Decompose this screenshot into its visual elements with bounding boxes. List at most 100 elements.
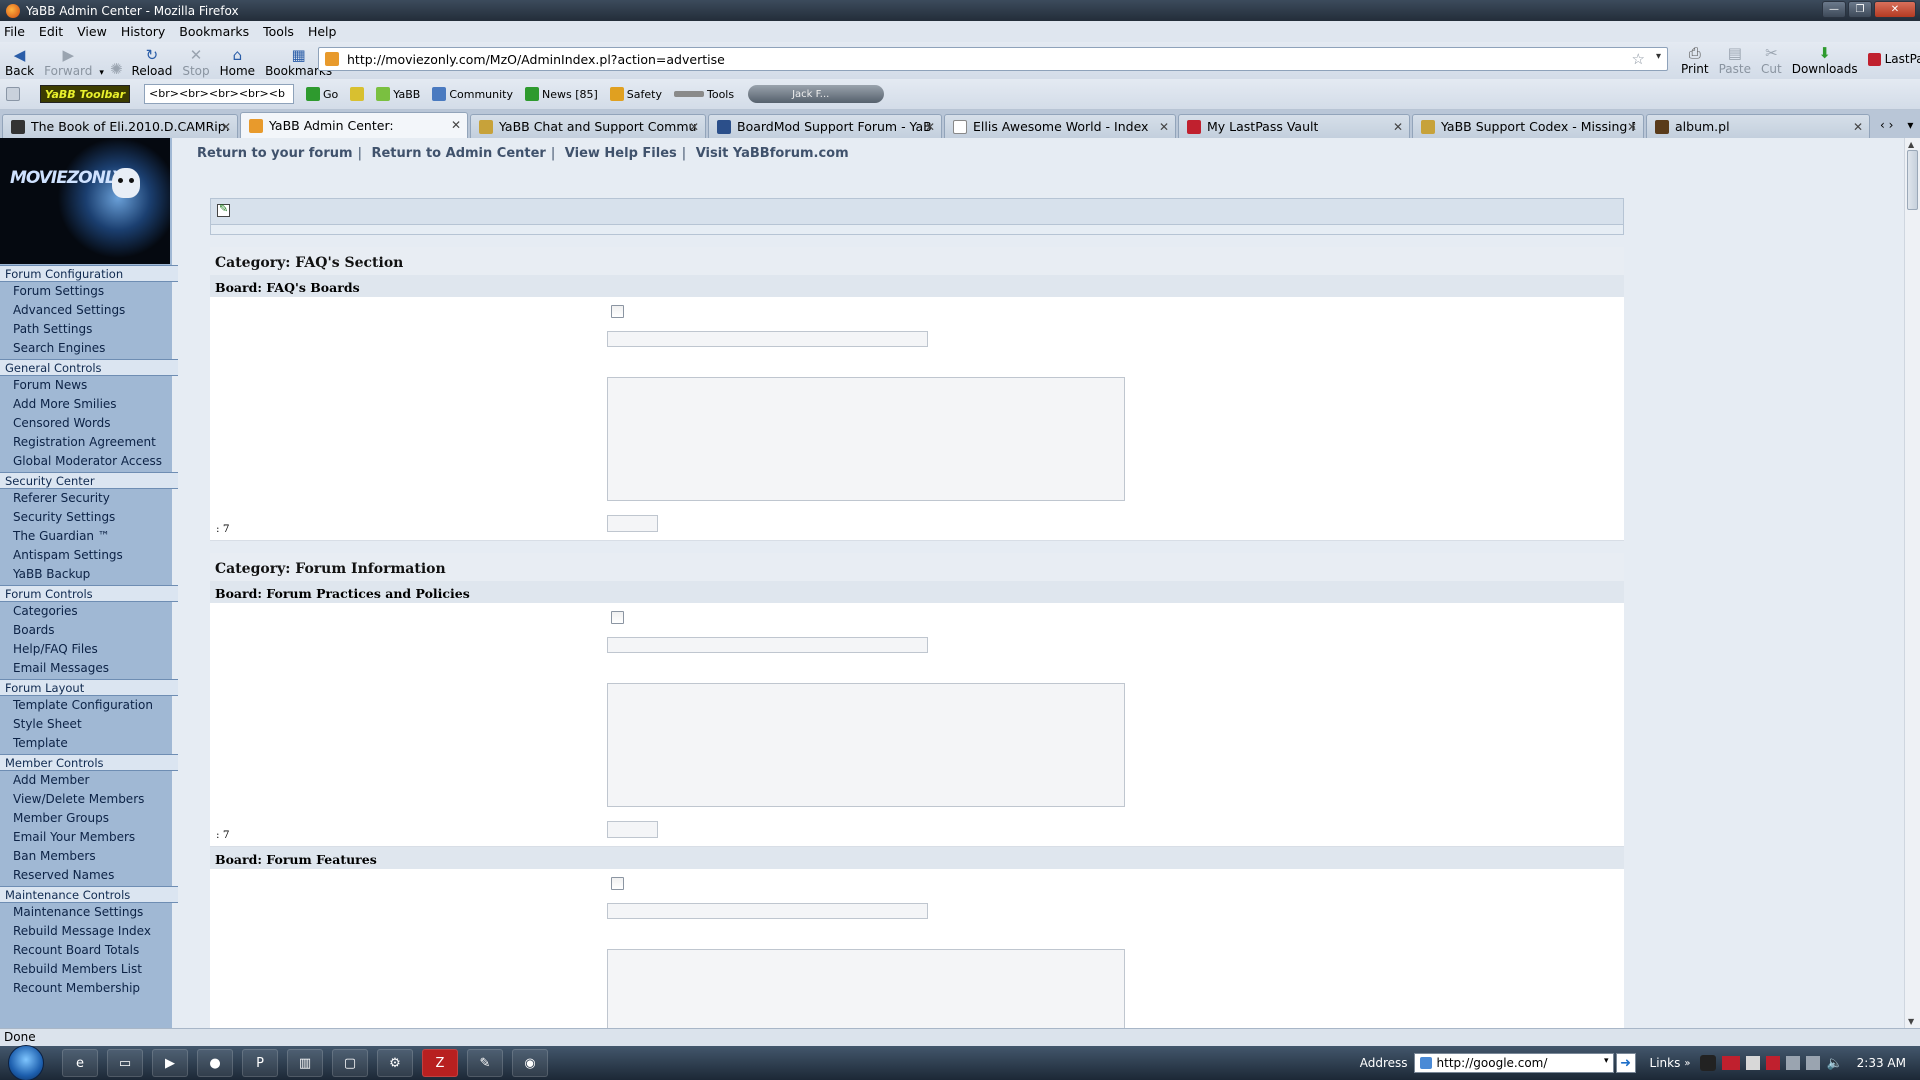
- firefox-taskbar-icon[interactable]: ●: [197, 1049, 233, 1077]
- toolbar-highlight-button[interactable]: [350, 87, 365, 101]
- sidebar-item-path-settings[interactable]: Path Settings: [0, 320, 172, 339]
- toolbar-yabb-button[interactable]: YaBB: [376, 87, 420, 101]
- bookmark-star-icon[interactable]: ☆: [1632, 50, 1645, 68]
- sidebar-item-categories[interactable]: Categories: [0, 602, 172, 621]
- sidebar-item-referer-security[interactable]: Referer Security: [0, 489, 172, 508]
- volume-icon[interactable]: 🔈: [1826, 1056, 1842, 1071]
- tab-scroll-arrows[interactable]: ‹ ›: [1880, 118, 1893, 132]
- toolbar-community-button[interactable]: Community: [432, 87, 513, 101]
- sidebar-item-template[interactable]: Template: [0, 734, 172, 753]
- scroll-down-icon[interactable]: ▼: [1908, 1017, 1914, 1026]
- tab-yabb-admin-center[interactable]: YaBB Admin Center: ✕: [240, 112, 468, 138]
- toolbar-safety-button[interactable]: Safety: [609, 87, 662, 101]
- toolbar-go-button[interactable]: Go: [306, 87, 338, 101]
- usb-tray-icon[interactable]: [1786, 1056, 1801, 1070]
- view-help-files-link[interactable]: View Help Files: [565, 146, 677, 161]
- menu-history[interactable]: History: [121, 24, 165, 39]
- cut-button[interactable]: ✂ Cut: [1756, 42, 1787, 77]
- filezilla-icon[interactable]: Z: [422, 1049, 458, 1077]
- sidebar-item-rebuild-members-list[interactable]: Rebuild Members List: [0, 960, 172, 979]
- home-button[interactable]: ⌂ Home: [215, 44, 260, 78]
- tab-yabb-support-codex[interactable]: YaBB Support Codex - Missing P... ✕: [1412, 114, 1644, 138]
- sidebar-item-email-your-members[interactable]: Email Your Members: [0, 828, 172, 847]
- return-to-admin-center-link[interactable]: Return to Admin Center: [371, 146, 545, 161]
- ati-tray-icon[interactable]: [1722, 1056, 1741, 1070]
- sidebar-item-registration-agreement[interactable]: Registration Agreement: [0, 433, 172, 452]
- tray-app-icon[interactable]: [1746, 1056, 1761, 1070]
- start-button[interactable]: [8, 1045, 44, 1080]
- media-player-icon[interactable]: ▶: [152, 1049, 188, 1077]
- board-ad-textarea[interactable]: [607, 377, 1125, 501]
- scroll-up-icon[interactable]: ▲: [1908, 140, 1914, 149]
- media-player-widget[interactable]: Jack F...: [748, 85, 885, 103]
- tab-close-icon[interactable]: ✕: [1159, 120, 1169, 134]
- sidebar-item-forum-news[interactable]: Forum News: [0, 376, 172, 395]
- board-enable-checkbox[interactable]: [611, 305, 624, 318]
- notepad-icon[interactable]: ✎: [467, 1049, 503, 1077]
- stop-button[interactable]: ✕ Stop: [177, 44, 214, 78]
- sidebar-item-advanced-settings[interactable]: Advanced Settings: [0, 301, 172, 320]
- board-ad-textarea[interactable]: [607, 949, 1125, 1028]
- yabb-toolbar-logo[interactable]: YaBB Toolbar: [40, 85, 130, 103]
- tab-close-icon[interactable]: ✕: [1853, 120, 1863, 134]
- sidebar-item-style-sheet[interactable]: Style Sheet: [0, 715, 172, 734]
- tab-close-icon[interactable]: ✕: [221, 120, 231, 134]
- menu-tools[interactable]: Tools: [263, 24, 294, 39]
- sidebar-item-maintenance-settings[interactable]: Maintenance Settings: [0, 903, 172, 922]
- board-ad-input[interactable]: [607, 331, 928, 347]
- sidebar-item-view-delete-members[interactable]: View/Delete Members: [0, 790, 172, 809]
- sidebar-item-add-more-smilies[interactable]: Add More Smilies: [0, 395, 172, 414]
- tab-yabb-chat-support[interactable]: YaBB Chat and Support Commu... ✕: [470, 114, 706, 138]
- lastpass-button[interactable]: LastPass: [1863, 42, 1920, 76]
- sidebar-item-email-messages[interactable]: Email Messages: [0, 659, 172, 678]
- sidebar-item-template-configuration[interactable]: Template Configuration: [0, 696, 172, 715]
- tab-close-icon[interactable]: ✕: [925, 120, 935, 134]
- sidebar-item-global-moderator-access[interactable]: Global Moderator Access: [0, 452, 172, 471]
- mcafee-tray-icon[interactable]: [1766, 1056, 1781, 1070]
- forward-button[interactable]: ▶ Forward: [39, 44, 97, 78]
- return-to-forum-link[interactable]: Return to your forum: [197, 146, 353, 161]
- sidebar-item-censored-words[interactable]: Censored Words: [0, 414, 172, 433]
- back-button[interactable]: ◀ Back: [0, 44, 39, 78]
- app-icon[interactable]: ▥: [287, 1049, 323, 1077]
- sidebar-item-ban-members[interactable]: Ban Members: [0, 847, 172, 866]
- sidebar-item-boards[interactable]: Boards: [0, 621, 172, 640]
- tab-book-of-eli[interactable]: The Book of Eli.2010.D.CAMRip.... ✕: [2, 114, 238, 138]
- tab-boardmod-support[interactable]: BoardMod Support Forum - YaB... ✕: [708, 114, 942, 138]
- tab-close-icon[interactable]: ✕: [1393, 120, 1403, 134]
- network-tray-icon[interactable]: [1806, 1056, 1821, 1070]
- sidebar-item-forum-settings[interactable]: Forum Settings: [0, 282, 172, 301]
- board-enable-checkbox[interactable]: [611, 611, 624, 624]
- sidebar-item-yabb-backup[interactable]: YaBB Backup: [0, 565, 172, 584]
- url-bar[interactable]: http://moviezonly.com/MzO/AdminIndex.pl?…: [318, 47, 1668, 71]
- sidebar-item-rebuild-message-index[interactable]: Rebuild Message Index: [0, 922, 172, 941]
- menu-view[interactable]: View: [77, 24, 107, 39]
- board-count-input[interactable]: [607, 515, 658, 532]
- toolbar-tools-button[interactable]: Tools: [673, 88, 734, 101]
- sidebar-item-security-settings[interactable]: Security Settings: [0, 508, 172, 527]
- clock[interactable]: 2:33 AM: [1857, 1056, 1906, 1070]
- ie-icon[interactable]: e: [62, 1049, 98, 1077]
- sidebar-item-member-groups[interactable]: Member Groups: [0, 809, 172, 828]
- gimp-icon[interactable]: ◉: [512, 1049, 548, 1077]
- sidebar-item-add-member[interactable]: Add Member: [0, 771, 172, 790]
- board-ad-input[interactable]: [607, 903, 928, 919]
- sidebar-item-recount-board-totals[interactable]: Recount Board Totals: [0, 941, 172, 960]
- toolbar-search-select[interactable]: <br><br><br><br><b: [144, 84, 294, 104]
- board-ad-textarea[interactable]: [607, 683, 1125, 807]
- address-dropdown-icon[interactable]: ▾: [1604, 1056, 1609, 1066]
- monitor-icon[interactable]: ▢: [332, 1049, 368, 1077]
- toolbar-menu-icon[interactable]: [6, 87, 20, 101]
- links-label[interactable]: Links: [1650, 1056, 1681, 1070]
- visit-yabbforum-link[interactable]: Visit YaBBforum.com: [696, 146, 849, 161]
- steam-tray-icon[interactable]: [1700, 1055, 1717, 1071]
- sidebar-item-help-faq-files[interactable]: Help/FAQ Files: [0, 640, 172, 659]
- tab-album[interactable]: album.pl ✕: [1646, 114, 1870, 138]
- sidebar-item-search-engines[interactable]: Search Engines: [0, 339, 172, 358]
- print-button[interactable]: ⎙ Print: [1676, 42, 1714, 77]
- reload-button[interactable]: ↻ Reload: [127, 44, 178, 78]
- publisher-icon[interactable]: P: [242, 1049, 278, 1077]
- menu-file[interactable]: File: [4, 24, 25, 39]
- minimize-button[interactable]: —: [1822, 1, 1846, 18]
- tab-close-icon[interactable]: ✕: [451, 118, 461, 132]
